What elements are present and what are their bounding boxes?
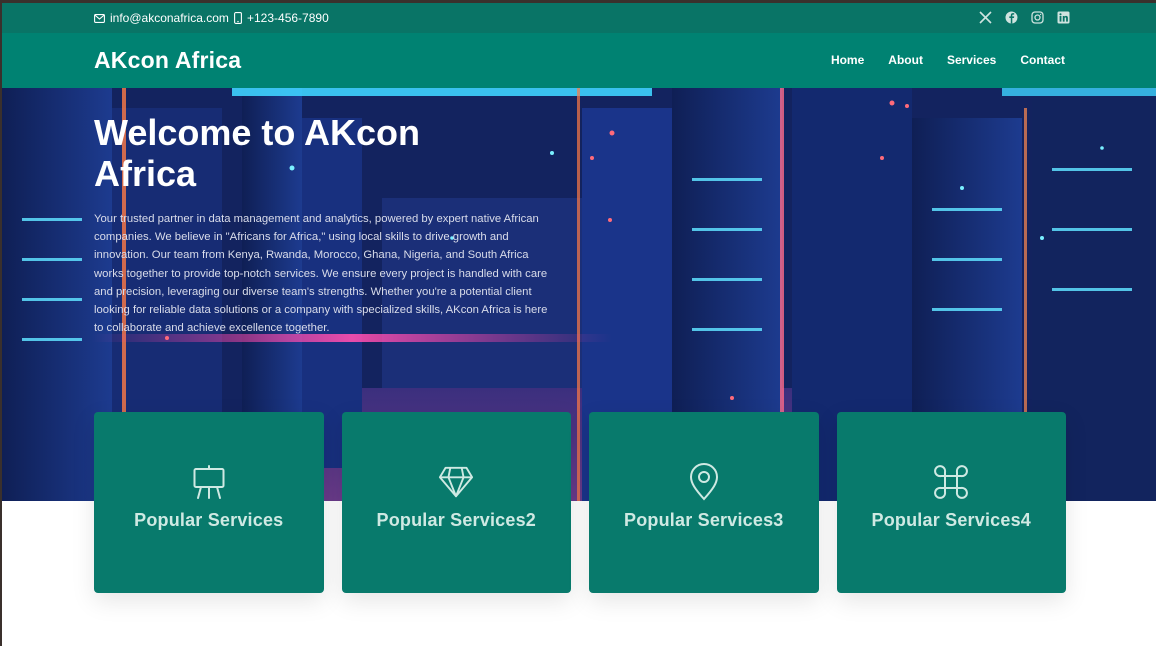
nav-item-home[interactable]: Home [831, 53, 864, 67]
easel-icon [191, 464, 227, 500]
x-twitter-icon[interactable] [979, 11, 992, 24]
hero-title: Welcome to AKcon Africa [94, 112, 421, 194]
facebook-icon[interactable] [1005, 11, 1018, 24]
phone-link[interactable]: +123-456-7890 [234, 11, 329, 25]
email-text: info@akconafrica.com [110, 11, 229, 25]
nav-item-about[interactable]: About [888, 53, 923, 67]
command-icon [933, 464, 969, 500]
service-card-3[interactable]: Popular Services3 [589, 412, 819, 593]
page: info@akconafrica.com +123-456-7890 AKcon… [2, 3, 1156, 646]
nav-item-contact[interactable]: Contact [1020, 53, 1065, 67]
instagram-icon[interactable] [1031, 11, 1044, 24]
linkedin-icon[interactable] [1057, 11, 1070, 24]
services-cards: Popular Services Popular Services2 Popul… [94, 412, 1066, 593]
envelope-icon [94, 13, 105, 23]
service-card-title: Popular Services2 [376, 510, 536, 530]
social-links [979, 11, 1070, 24]
phone-text: +123-456-7890 [247, 11, 329, 25]
nav-item-services[interactable]: Services [947, 53, 996, 67]
email-link[interactable]: info@akconafrica.com [94, 11, 229, 25]
service-card-title: Popular Services [134, 510, 284, 530]
service-card-4[interactable]: Popular Services4 [836, 412, 1066, 593]
brand-logo[interactable]: AKcon Africa [94, 47, 241, 74]
service-card-title: Popular Services4 [871, 510, 1031, 530]
service-card-title: Popular Services3 [624, 510, 784, 530]
service-card-1[interactable]: Popular Services [94, 412, 324, 593]
main-navbar: AKcon Africa Home About Services Contact [2, 33, 1156, 88]
phone-icon [234, 12, 242, 24]
hero-description: Your trusted partner in data management … [94, 213, 548, 335]
top-bar: info@akconafrica.com +123-456-7890 [2, 3, 1156, 33]
nav-menu: Home About Services Contact [831, 53, 1065, 67]
map-pin-icon [686, 463, 722, 501]
service-card-2[interactable]: Popular Services2 [341, 412, 571, 593]
diamond-icon [438, 464, 474, 500]
